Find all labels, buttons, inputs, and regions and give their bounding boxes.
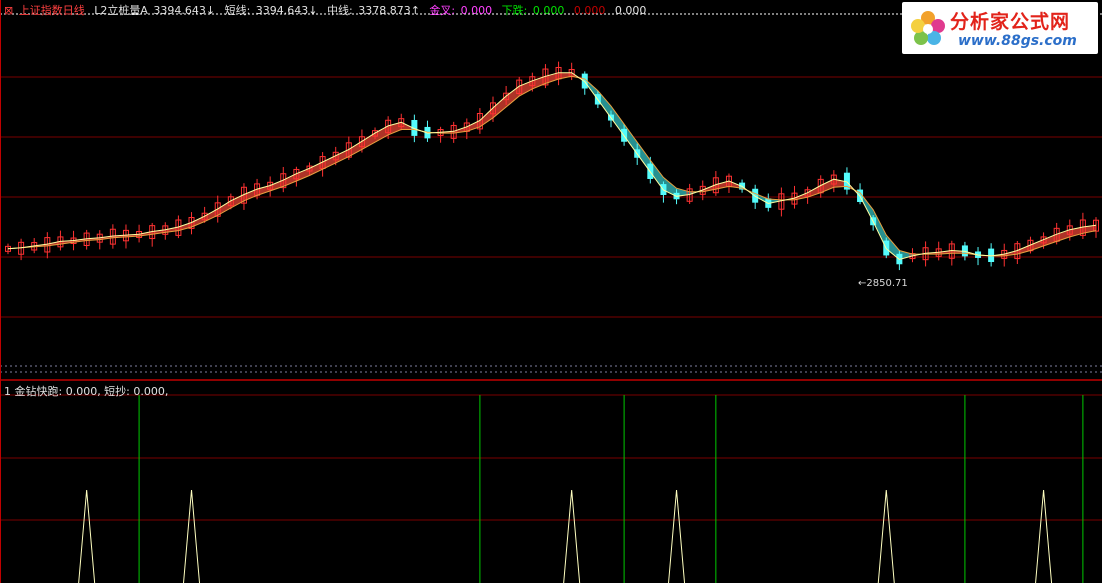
low-price-label: ←2850.71 — [858, 278, 908, 289]
ribbon-segment — [506, 86, 520, 107]
sub-pane-label: 金钻快跑: 0.000, 短抄: 0.000, — [14, 385, 169, 398]
chart-title: 上证指数日线 — [18, 4, 85, 17]
logo-url: www.88gs.com — [958, 33, 1077, 49]
spike-signal — [78, 489, 96, 583]
down-label: 下跌: — [501, 4, 528, 17]
chart-header: ⊠ 上证指数日线 L2立桩量A 3394.643↓ 短线: 3394.643↓ … — [4, 2, 652, 18]
spike-signal — [563, 489, 581, 583]
indicator-name: L2立桩量A — [94, 4, 148, 17]
mid-label: 中线: — [327, 4, 353, 17]
ribbon-segment — [335, 149, 349, 163]
short-value: 3394.643↓ — [255, 4, 318, 17]
flower-icon — [911, 11, 945, 45]
mid-value: 3378.873↑ — [358, 4, 420, 17]
ribbon-segment — [1030, 239, 1044, 251]
chart-window: ⊠ 上证指数日线 L2立桩量A 3394.643↓ 短线: 3394.643↓ … — [0, 0, 1102, 583]
golden-value: 0.000 — [460, 4, 493, 17]
site-logo: 分析家公式网 www.88gs.com — [902, 2, 1098, 54]
spike-signal — [668, 489, 686, 583]
spike-signal — [1035, 489, 1053, 583]
extra-value-2: 0.000 — [614, 4, 647, 17]
square-icon[interactable]: ⊠ — [4, 4, 13, 17]
spike-signal — [183, 489, 201, 583]
down-value: 0.000 — [532, 4, 565, 17]
logo-title: 分析家公式网 — [950, 11, 1071, 33]
golden-label: 金叉: — [429, 4, 456, 17]
ribbon-segment — [375, 125, 389, 143]
price-chart[interactable] — [0, 0, 1102, 583]
ribbon-segment — [820, 179, 834, 193]
ribbon-segment — [479, 107, 494, 127]
pane-number: 1 — [4, 385, 11, 398]
ribbon-segment — [322, 155, 336, 170]
sub-pane-header: 1 金钻快跑: 0.000, 短抄: 0.000, — [4, 383, 168, 399]
ribbon-segment — [283, 173, 297, 187]
extra-value-1: 0.000 — [573, 4, 606, 17]
ribbon-segment — [348, 141, 362, 157]
spike-signal — [877, 489, 895, 583]
close-value: 3394.643↓ — [153, 4, 216, 17]
short-label: 短线: — [224, 4, 251, 17]
